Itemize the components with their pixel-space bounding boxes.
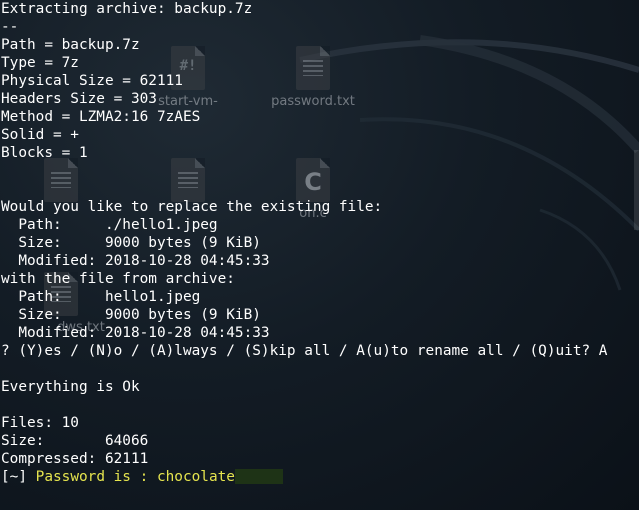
terminal-line: Size: 9000 bytes (9 KiB) xyxy=(1,235,261,251)
terminal-output[interactable]: Extracting archive: backup.7z -- Path = … xyxy=(1,0,639,486)
terminal-line: with the file from archive: xyxy=(1,271,235,287)
terminal-line: Headers Size = 303 xyxy=(1,91,157,107)
terminal-line: Would you like to replace the existing f… xyxy=(1,199,383,215)
terminal-line: Modified: 2018-10-28 04:45:33 xyxy=(1,253,270,269)
terminal-line: Path = backup.7z xyxy=(1,37,140,53)
terminal-line: Solid = + xyxy=(1,127,79,143)
password-output: Password is : chocolate xyxy=(35,469,235,485)
terminal-line: Physical Size = 62111 xyxy=(1,73,183,89)
prompt-prefix: [~] xyxy=(1,469,27,485)
terminal-line: Compressed: 62111 xyxy=(1,451,149,467)
terminal-line: Modified: 2018-10-28 04:45:33 xyxy=(1,325,270,341)
terminal-line: Extracting archive: backup.7z xyxy=(1,1,253,17)
terminal-line: Type = 7z xyxy=(1,55,79,71)
terminal-line: Path: hello1.jpeg xyxy=(1,289,201,305)
terminal-line: Files: 10 xyxy=(1,415,79,431)
terminal-line: ? (Y)es / (N)o / (A)lways / (S)kip all /… xyxy=(1,343,608,359)
terminal-line: Blocks = 1 xyxy=(1,145,88,161)
terminal-line: -- xyxy=(1,19,19,35)
terminal-cursor xyxy=(234,469,283,484)
terminal-line: Everything is Ok xyxy=(1,379,140,395)
terminal-line: Size: 9000 bytes (9 KiB) xyxy=(1,307,261,323)
terminal-line: Path: ./hello1.jpeg xyxy=(1,217,218,233)
terminal-line: Size: 64066 xyxy=(1,433,149,449)
terminal-prompt-line: [~] Password is : chocolate xyxy=(1,468,639,486)
terminal-line: Method = LZMA2:16 7zAES xyxy=(1,109,201,125)
